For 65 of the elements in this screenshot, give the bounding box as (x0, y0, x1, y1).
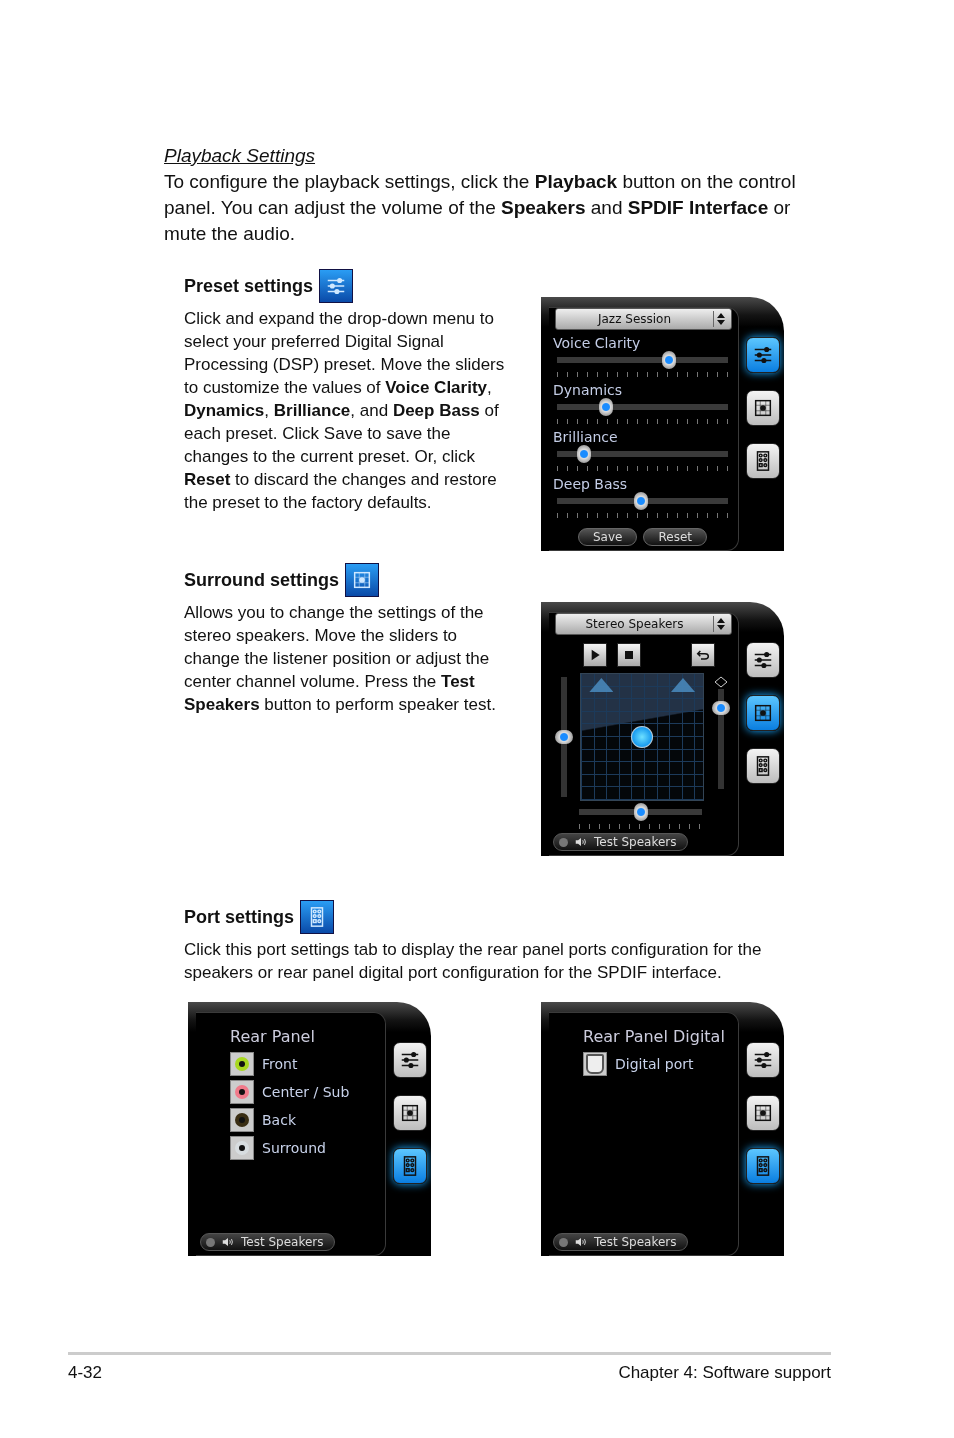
section-title: Playback Settings (164, 145, 316, 167)
target-tab[interactable] (745, 695, 780, 731)
ports-tab[interactable] (745, 748, 780, 784)
port-label[interactable]: Front (262, 1056, 298, 1072)
port-label[interactable]: Surround (262, 1140, 326, 1156)
page-number: 4-32 (68, 1363, 103, 1383)
slider-thumb[interactable] (662, 351, 677, 369)
target-tab[interactable] (745, 390, 780, 426)
ports-tab[interactable] (745, 443, 780, 479)
ports-tab[interactable] (392, 1148, 427, 1184)
section-heading: Surround settings (184, 569, 339, 591)
speaker-dropdown[interactable]: Stereo Speakers (555, 613, 732, 635)
slider-thumb[interactable] (633, 803, 648, 821)
speaker-position-grid[interactable] (580, 673, 704, 801)
speaker-icon (573, 835, 589, 849)
status-light-icon (206, 1237, 215, 1247)
preset-dropdown[interactable]: Jazz Session (555, 308, 732, 330)
slider-thumb[interactable] (577, 445, 592, 463)
slider-thumb[interactable] (599, 398, 614, 416)
listener-position-handle[interactable] (631, 726, 654, 748)
sliders-tab[interactable] (745, 337, 780, 373)
sliders-tab[interactable] (745, 1042, 780, 1078)
slider-label: Dynamics (553, 382, 624, 398)
panel-title: Rear Panel (230, 1027, 316, 1046)
sliders-icon (319, 269, 354, 303)
section-heading: Preset settings (184, 275, 314, 297)
test-speakers-button[interactable]: Test Speakers (553, 833, 688, 851)
chapter-title: Chapter 4: Software support (618, 1363, 831, 1383)
up-down-arrows-icon (713, 311, 728, 327)
panel-button[interactable]: Reset (643, 528, 707, 546)
status-light-icon (559, 1237, 568, 1247)
speaker-cone-icon (671, 678, 695, 692)
slider-thumb[interactable] (555, 730, 573, 744)
intro-paragraph: To configure the playback settings, click the Playback button on the control panel. You can adjust the volume of the Speakers and SPDIF Interface or mute the audio. (164, 170, 797, 246)
port-panel-icon (300, 900, 334, 934)
slider-label: Brilliance (553, 429, 619, 445)
up-down-arrows-icon (713, 616, 728, 632)
undo-button[interactable] (691, 643, 715, 667)
slider-label: Deep Bass (553, 476, 629, 492)
speaker-icon (220, 1235, 236, 1249)
optical-port-icon (583, 1052, 607, 1076)
section-body: Click and expand the drop-down menu to select your preferred Digital Signal Processing (DSP) preset. Move the sliders to customize the values of Voice Clarity, Dynamics, Brilliance, and Deep Bass of each preset. Click Save to save the changes to the current preset. Or, click Reset to discard the changes and restore the preset to the factory defaults. (184, 308, 506, 514)
slider-label: Voice Clarity (553, 335, 642, 351)
play-button[interactable] (583, 643, 607, 667)
speaker-icon (573, 1235, 589, 1249)
stop-button[interactable] (617, 643, 641, 667)
section-body: Click this port settings tab to display the rear panel ports configuration for the speakers or rear panel digital port configuration for the SPDIF interface. (184, 939, 763, 984)
panel-title: Rear Panel Digital (583, 1027, 726, 1046)
sliders-tab[interactable] (392, 1042, 427, 1078)
status-light-icon (559, 837, 568, 847)
port-label[interactable]: Back (262, 1112, 296, 1128)
slider-thumb[interactable] (712, 701, 730, 716)
section-heading: Port settings (184, 906, 294, 928)
speaker-grid-icon (345, 563, 379, 597)
ports-tab[interactable] (745, 1148, 780, 1184)
target-tab[interactable] (745, 1095, 780, 1131)
port-label[interactable]: Digital port (615, 1056, 694, 1072)
test-speakers-button[interactable]: Test Speakers (200, 1233, 335, 1251)
test-speakers-button[interactable]: Test Speakers (553, 1233, 688, 1251)
slider-thumb[interactable] (633, 492, 648, 510)
sliders-tab[interactable] (745, 642, 780, 678)
panel-button[interactable]: Save (578, 528, 638, 546)
port-label[interactable]: Center / Sub (262, 1084, 350, 1100)
target-tab[interactable] (392, 1095, 427, 1131)
section-body: Allows you to change the settings of the stereo speakers. Move the sliders to change the listener position or adjust the center channel volume. Press the Test Speakers button to perform speaker test. (184, 602, 497, 716)
